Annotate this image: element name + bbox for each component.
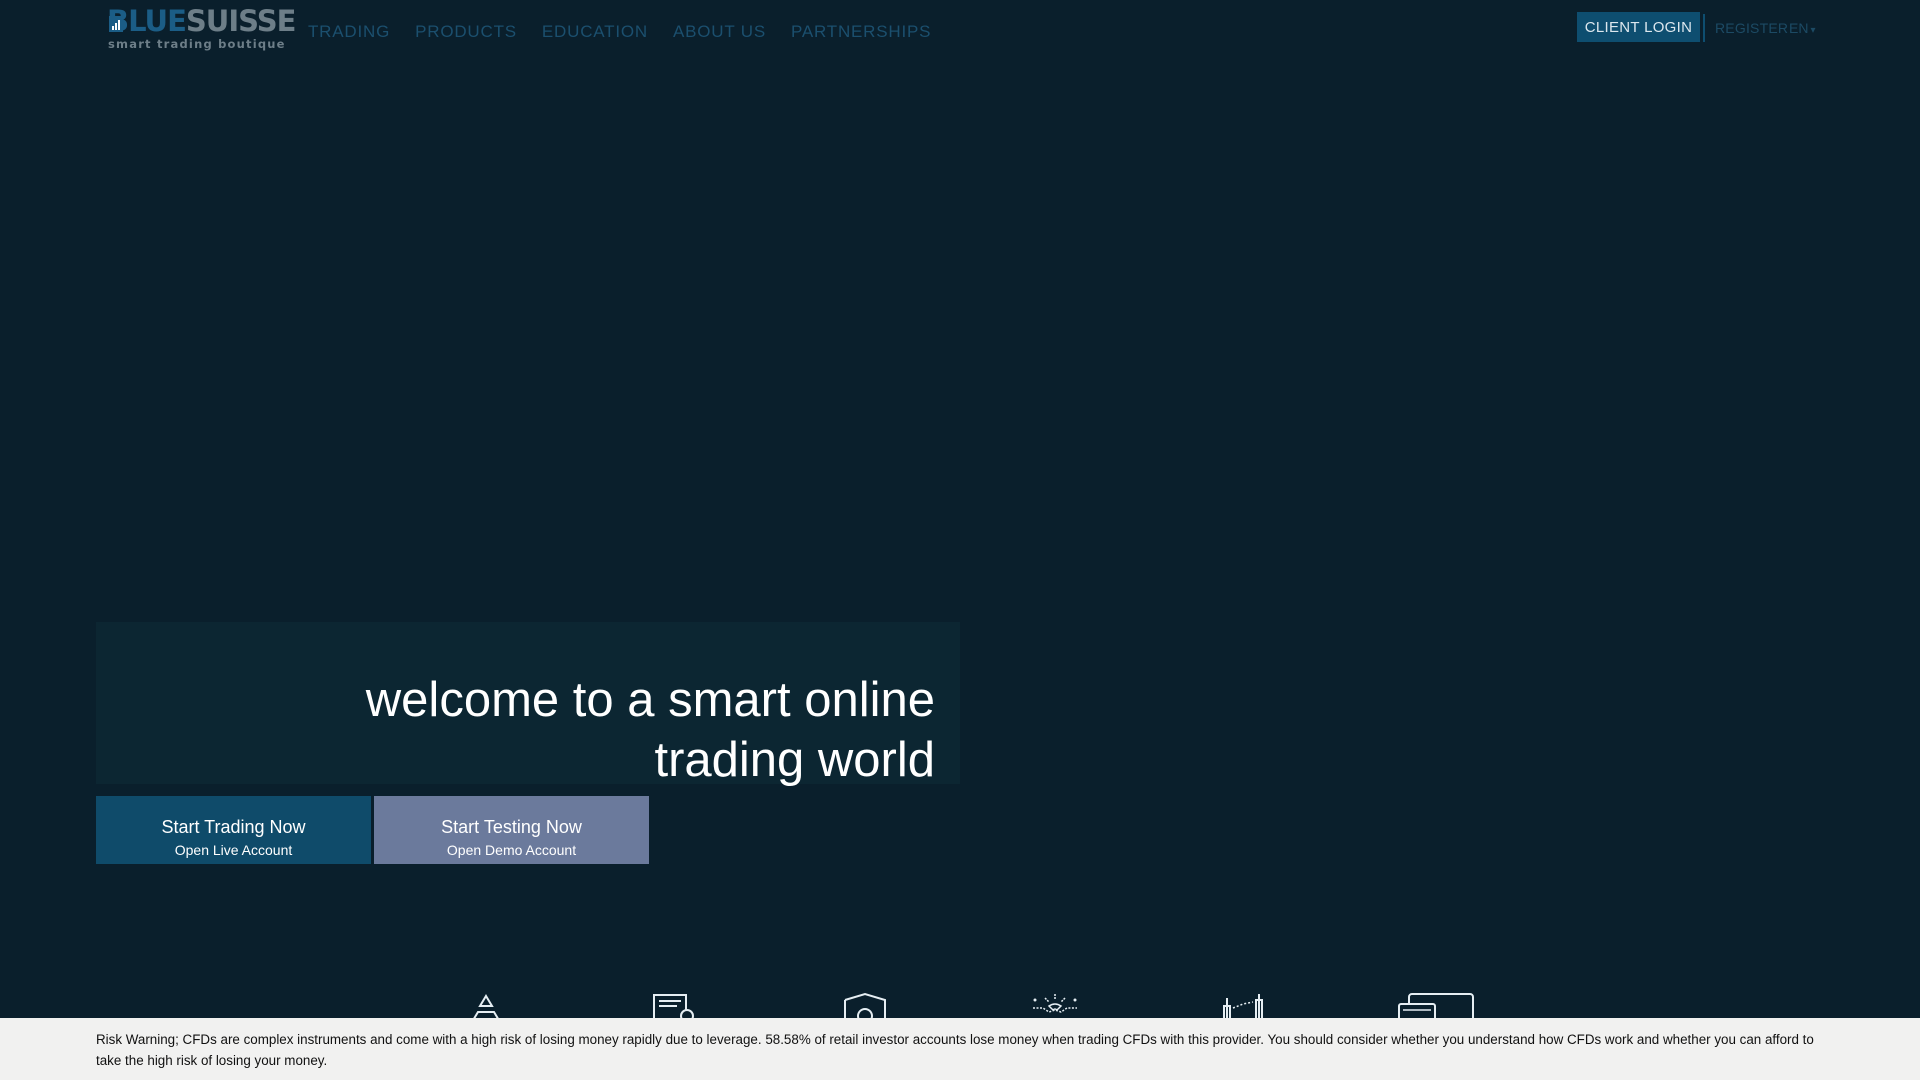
hero-panel: welcome to a smart online trading world (96, 622, 960, 787)
logo-wordmark: BLUESUISSE (107, 4, 297, 38)
hero-title: welcome to a smart online trading world (366, 670, 935, 790)
register-link[interactable]: REGISTER (1715, 20, 1788, 36)
start-testing-label: Start Testing Now (441, 816, 582, 837)
nav-products[interactable]: PRODUCTS (415, 22, 517, 42)
hero-title-line-1: welcome to a smart online (365, 672, 935, 727)
logo-word-gray: SUISSE (185, 4, 297, 38)
bar-chart-icon (109, 16, 123, 32)
header-divider (1703, 14, 1705, 42)
start-trading-button[interactable]: Start Trading Now Open Live Account (96, 796, 371, 864)
site-header: BLUESUISSE smart trading boutique TRADIN… (0, 0, 1920, 64)
chevron-down-icon: ▾ (1810, 25, 1816, 36)
hero-title-line-2: trading world (654, 732, 935, 787)
logo-tagline: smart trading boutique (108, 37, 286, 51)
risk-warning-text: Risk Warning; CFDs are complex instrumen… (96, 1032, 1814, 1068)
language-selector[interactable]: EN ▾ (1789, 20, 1815, 36)
nav-partnerships[interactable]: PARTNERSHIPS (791, 22, 931, 42)
nav-about-us[interactable]: ABOUT US (673, 22, 766, 42)
start-trading-label: Start Trading Now (161, 816, 306, 837)
open-demo-account-label: Open Demo Account (446, 841, 577, 858)
start-testing-button[interactable]: Start Testing Now Open Demo Account (374, 796, 649, 864)
nav-trading[interactable]: TRADING (308, 22, 390, 42)
language-label: EN (1789, 20, 1809, 36)
client-login-button[interactable]: CLIENT LOGIN (1577, 12, 1700, 42)
open-live-account-label: Open Live Account (174, 841, 293, 858)
risk-warning-bar: Risk Warning; CFDs are complex instrumen… (0, 1018, 1920, 1080)
page: BLUESUISSE smart trading boutique TRADIN… (0, 0, 1920, 1080)
main-nav: TRADING PRODUCTS EDUCATION ABOUT US PART… (308, 22, 931, 42)
nav-education[interactable]: EDUCATION (542, 22, 648, 42)
logo[interactable]: BLUESUISSE smart trading boutique (107, 4, 296, 52)
